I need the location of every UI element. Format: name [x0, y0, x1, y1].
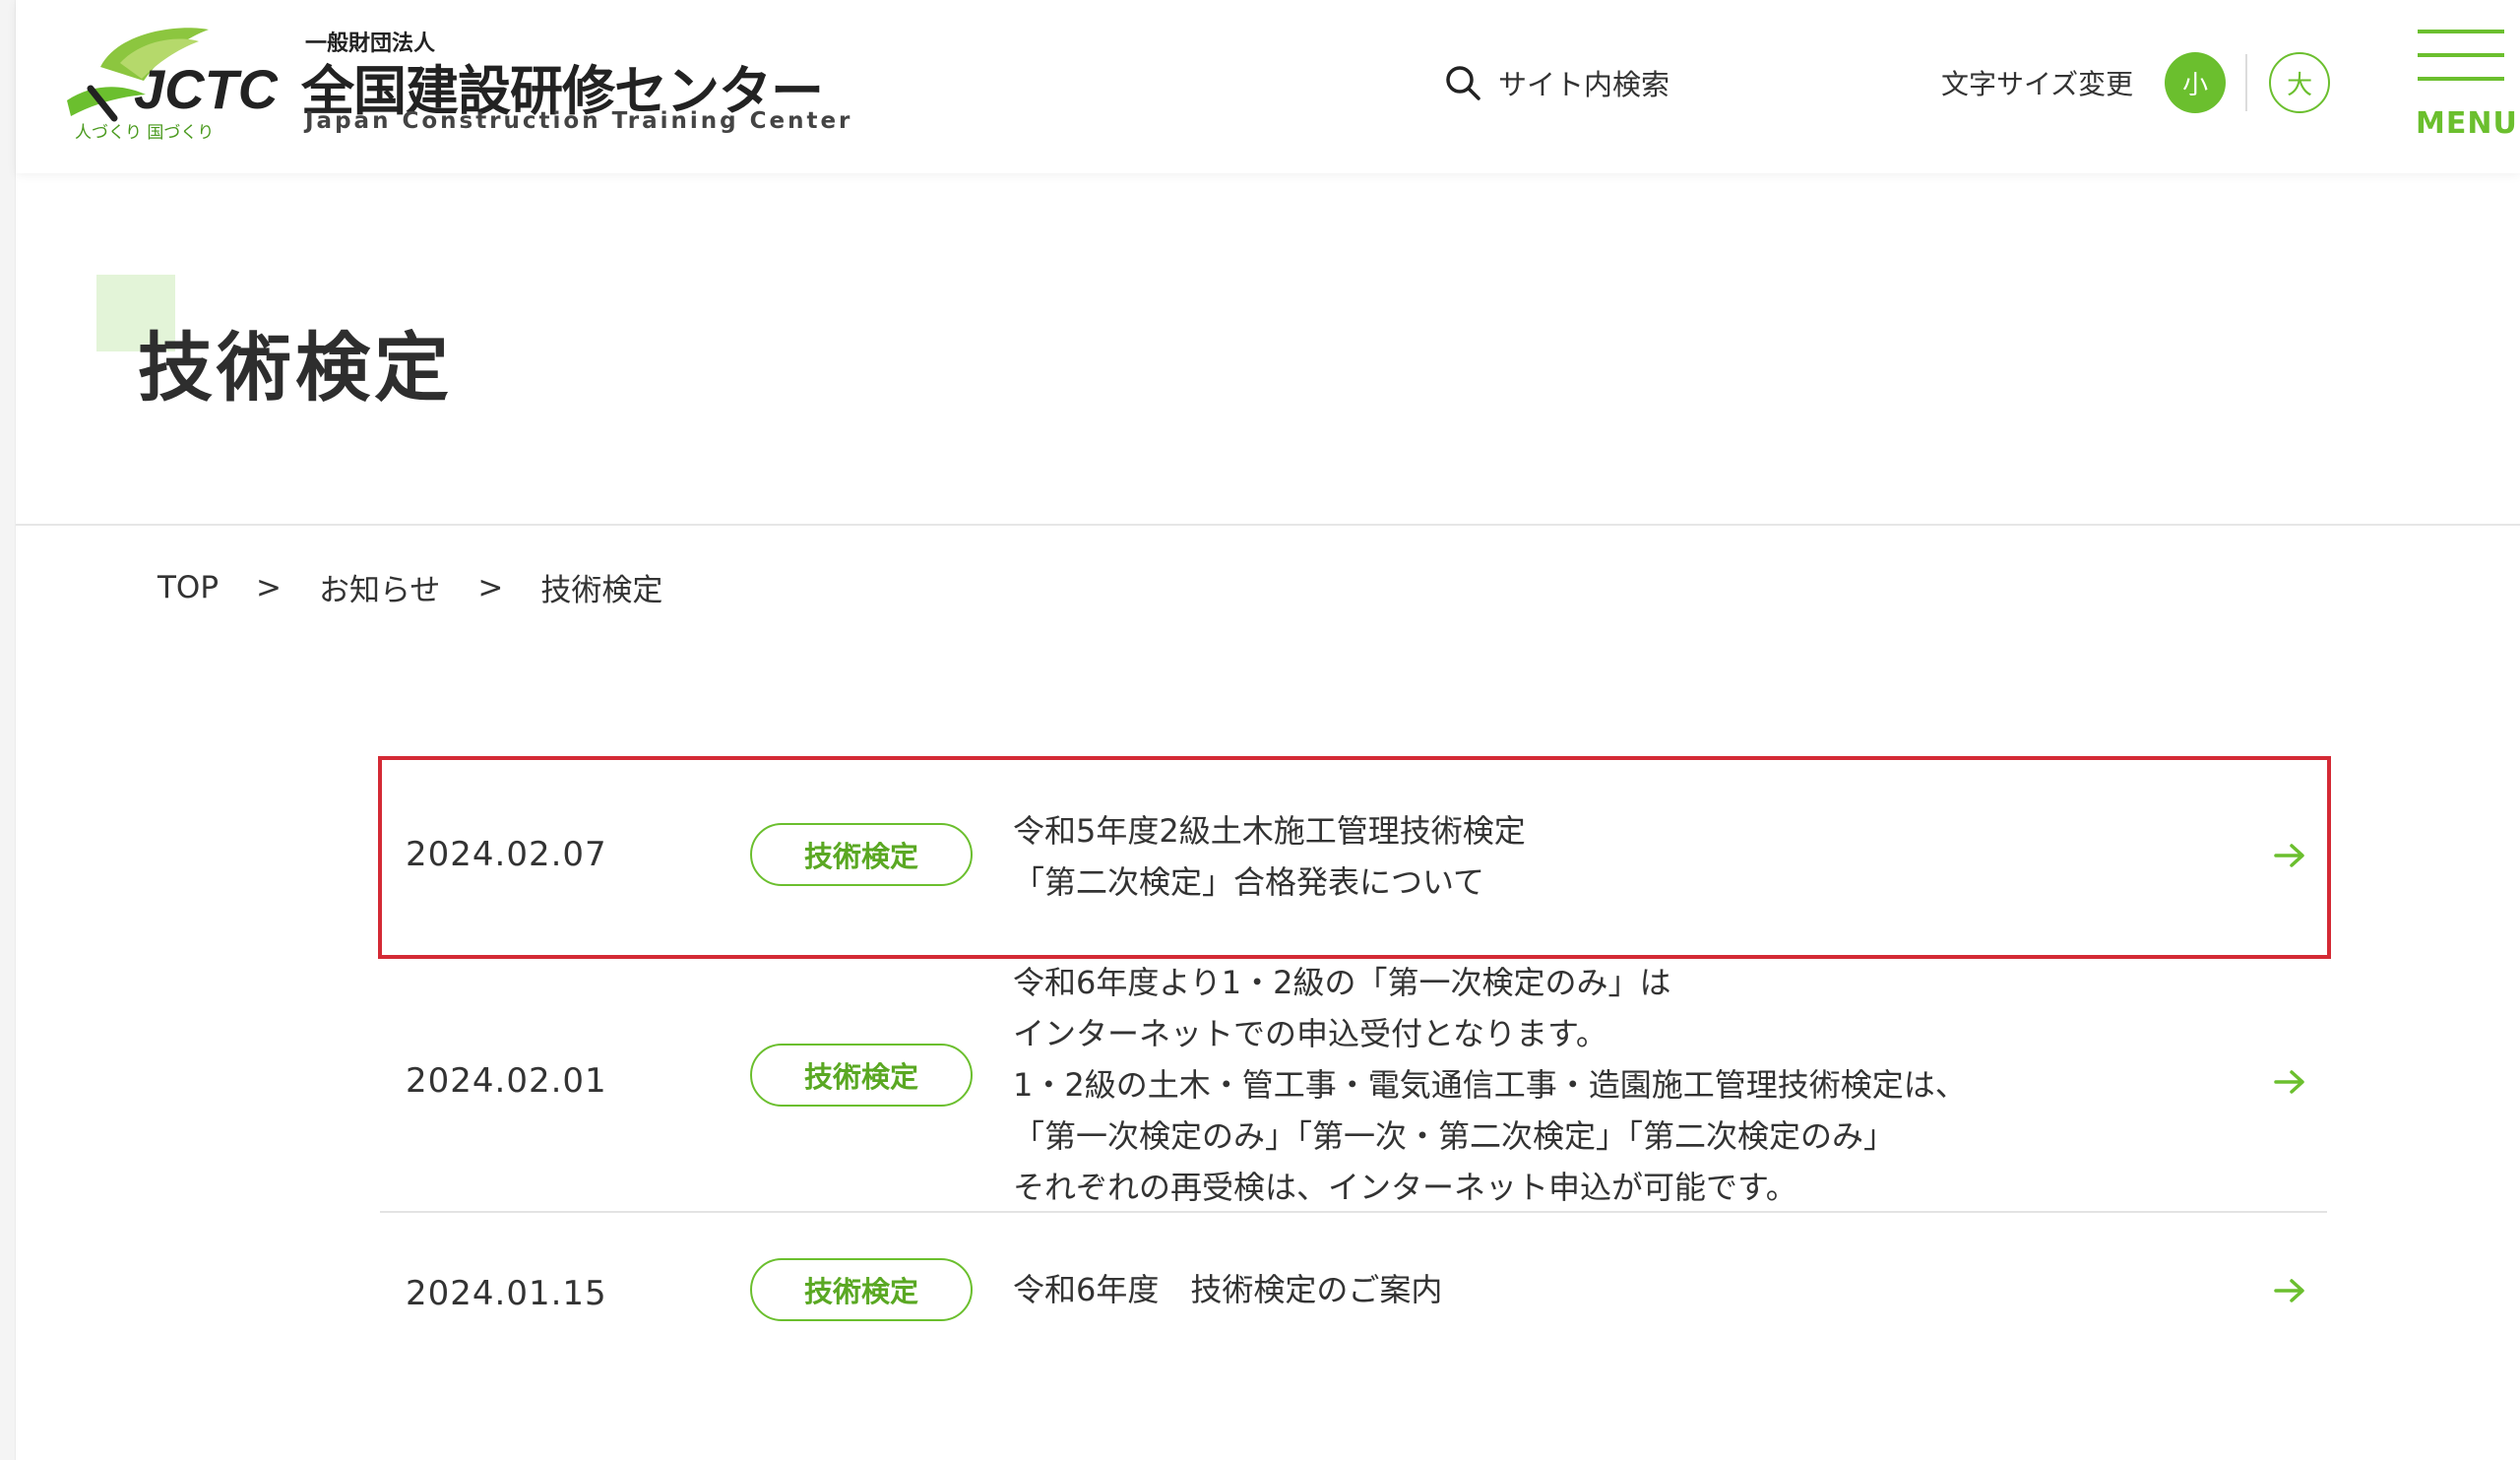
- news-category-tag: 技術検定: [750, 1044, 973, 1107]
- title-divider: [16, 524, 2520, 526]
- news-date: 2024.02.07: [406, 835, 607, 874]
- arrow-right-icon: [2274, 1070, 2304, 1094]
- news-title: 令和6年度 技術検定のご案内: [1013, 1264, 1442, 1315]
- news-category-tag: 技術検定: [750, 823, 973, 886]
- menu-button[interactable]: MENU: [2416, 30, 2518, 148]
- breadcrumb: TOP > お知らせ > 技術検定: [158, 565, 662, 609]
- menu-bar-icon: [2418, 30, 2504, 33]
- news-date: 2024.02.01: [406, 1061, 607, 1101]
- search-icon: [1446, 66, 1480, 100]
- search-label: サイト内検索: [1498, 68, 1670, 101]
- news-title-line: 「第二次検定」合格発表について: [1013, 863, 1485, 901]
- page-title: 技術検定: [138, 324, 453, 412]
- news-item[interactable]: 2024.02.01 技術検定 令和6年度より1・2級の「第一次検定のみ」は イ…: [380, 959, 2327, 1213]
- news-title-line: 「第一次検定のみ」「第一次・第二次検定」「第二次検定のみ」: [1013, 1117, 1896, 1155]
- font-size-divider: [2245, 54, 2248, 111]
- news-title-line: 令和5年度2級土木施工管理技術検定: [1013, 812, 1526, 850]
- menu-bar-icon: [2418, 77, 2504, 81]
- menu-label: MENU: [2416, 106, 2518, 141]
- news-title-line: インターネットでの申込受付となります。: [1013, 1015, 1607, 1052]
- font-size-small-button[interactable]: 小: [2165, 52, 2227, 113]
- news-item[interactable]: 2024.01.15 技術検定 令和6年度 技術検定のご案内: [380, 1213, 2327, 1370]
- news-title-line: 1・2級の土木・管工事・電気通信工事・造園施工管理技術検定は、: [1013, 1066, 1967, 1104]
- logo-org-name-en: Japan Construction Training Center: [305, 108, 853, 134]
- left-edge: [0, 0, 16, 1460]
- page: JCTC 人づくり 国づくり 一般財団法人 全国建設研修センター Japan C…: [0, 0, 2520, 1460]
- breadcrumb-separator: >: [477, 569, 504, 605]
- news-title: 令和5年度2級土木施工管理技術検定 「第二次検定」合格発表について: [1013, 805, 1526, 908]
- news-list: 2024.02.07 技術検定 令和5年度2級土木施工管理技術検定 「第二次検定…: [380, 756, 2327, 1370]
- news-category-tag: 技術検定: [750, 1258, 973, 1321]
- jctc-logo-mark: JCTC 人づくり 国づくり: [67, 28, 278, 142]
- logo-mark-text: JCTC: [134, 58, 278, 120]
- news-title: 令和6年度より1・2級の「第一次検定のみ」は インターネットでの申込受付となりま…: [1013, 957, 1967, 1213]
- logo-tagline: 人づくり 国づくり: [75, 123, 214, 142]
- font-size-label: 文字サイズ変更: [1941, 68, 2134, 100]
- site-logo[interactable]: JCTC 人づくり 国づくり 一般財団法人 全国建設研修センター Japan C…: [61, 24, 850, 142]
- site-header: JCTC 人づくり 国づくり 一般財団法人 全国建設研修センター Japan C…: [16, 0, 2520, 173]
- news-title-line: 令和6年度より1・2級の「第一次検定のみ」は: [1013, 964, 1671, 1001]
- news-title-line: それぞれの再受検は、インターネット申込が可能です。: [1013, 1169, 1797, 1206]
- breadcrumb-item-current: 技術検定: [540, 573, 663, 608]
- breadcrumb-item-news[interactable]: お知らせ: [319, 565, 440, 609]
- menu-bar-icon: [2418, 53, 2504, 57]
- news-item[interactable]: 2024.02.07 技術検定 令和5年度2級土木施工管理技術検定 「第二次検定…: [380, 756, 2327, 959]
- font-size-switcher: 文字サイズ変更 小 大: [1941, 51, 2331, 114]
- news-title-line: 令和6年度 技術検定のご案内: [1013, 1271, 1443, 1308]
- site-search-button[interactable]: サイト内検索: [1443, 61, 1670, 104]
- breadcrumb-separator: >: [256, 569, 283, 605]
- arrow-right-icon: [2274, 1279, 2304, 1302]
- breadcrumb-item-top[interactable]: TOP: [158, 570, 219, 605]
- news-date: 2024.01.15: [406, 1274, 607, 1313]
- font-size-large-button[interactable]: 大: [2269, 52, 2331, 113]
- arrow-right-icon: [2274, 844, 2304, 867]
